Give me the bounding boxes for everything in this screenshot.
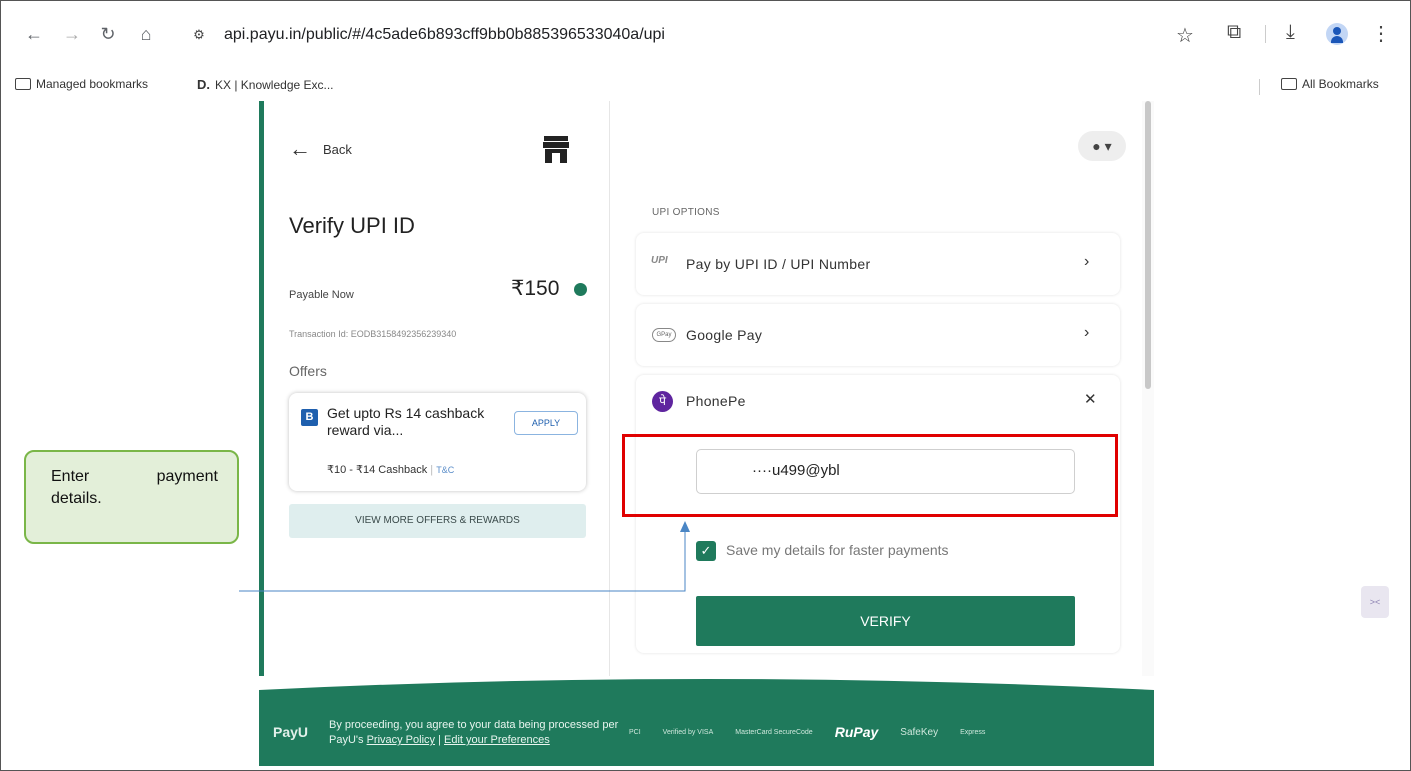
callout-connector bbox=[239, 521, 690, 592]
callout-word: Enter bbox=[51, 468, 90, 485]
browser-window: ← → ↻ ⌂ ⚙ api.payu.in/public/#/4c5ade6b8… bbox=[0, 0, 1411, 771]
callout-line-2: details. bbox=[51, 490, 102, 507]
callout-line-1: Enter payment bbox=[51, 466, 218, 488]
annotation-callout: Enter payment details. bbox=[24, 450, 239, 544]
callout-word: payment bbox=[156, 468, 218, 485]
